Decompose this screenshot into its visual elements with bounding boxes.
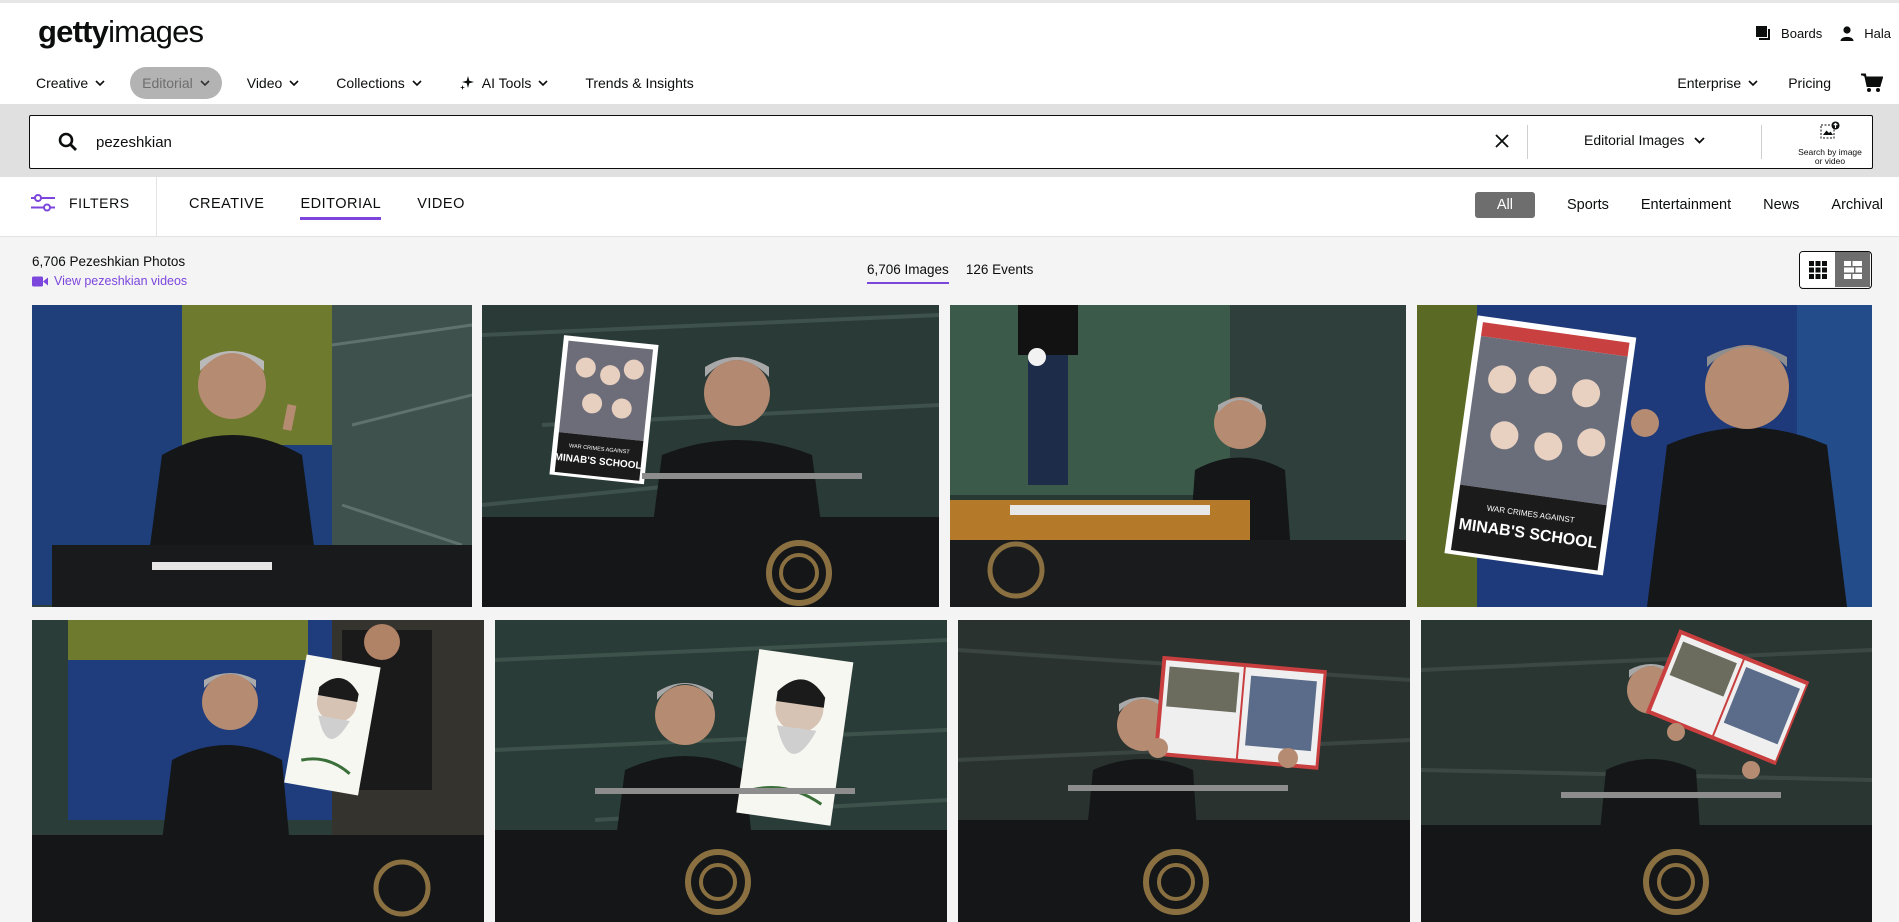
user-menu[interactable]: Hala [1840,26,1891,41]
image-type-dropdown[interactable]: Editorial Images [1584,132,1706,148]
chevron-down-icon [1694,136,1706,144]
mosaic-view-button[interactable] [1835,252,1870,287]
nav-collections-label: Collections [336,75,405,91]
chevron-down-icon [95,80,105,86]
image-type-label: Editorial Images [1584,132,1685,148]
category-filters: All Sports Entertainment News Archival [1474,192,1883,218]
category-sports[interactable]: Sports [1567,197,1609,213]
camera-search-icon [1820,121,1840,139]
logo-light-text: images [108,14,204,49]
category-archival[interactable]: Archival [1831,197,1883,213]
speaker-holding-poster-photo: WAR CRIMES AGAINST MINAB'S SCHOOL [1417,305,1872,607]
image-tile[interactable] [958,620,1410,922]
nav-video-label: Video [246,75,283,91]
speaker-holding-portrait-photo [495,620,947,922]
right-navigation: Enterprise Pricing [1647,67,1883,99]
search-icon[interactable] [58,132,78,152]
logo-bold-text: getty [38,14,109,49]
view-videos-label: View pezeshkian videos [54,274,188,288]
filter-bar: FILTERS CREATIVE EDITORIAL VIDEO All Spo… [0,177,1899,237]
image-tile[interactable] [495,620,947,922]
image-tile[interactable]: WAR CRIMES AGAINST MINAB'S SCHOOL [1417,305,1872,607]
mosaic-view-icon [1843,260,1862,279]
cart-button[interactable] [1861,73,1883,93]
asset-type-tabs: CREATIVE EDITORIAL VIDEO [189,196,501,220]
view-videos-link[interactable]: View pezeshkian videos [32,274,187,288]
speaker-at-podium-photo [950,305,1406,607]
nav-pricing[interactable]: Pricing [1788,75,1831,91]
filters-button[interactable]: FILTERS [31,194,130,212]
close-icon[interactable] [1495,134,1509,148]
search-divider [1527,125,1528,159]
chevron-down-icon [1748,80,1758,86]
nav-ai-tools[interactable]: AI Tools [447,67,561,99]
search-bar: Editorial Images Search by image or vide… [29,115,1873,169]
video-camera-icon [32,276,48,286]
nav-trends-insights[interactable]: Trends & Insights [573,67,705,99]
tab-video[interactable]: VIDEO [417,196,465,220]
sparkle-icon [459,76,474,90]
speaker-with-poster-photo: WAR CRIMES AGAINST MINAB'S SCHOOL [482,305,939,607]
nav-enterprise[interactable]: Enterprise [1677,75,1758,91]
filter-divider [156,177,157,237]
image-tile[interactable] [1421,620,1872,922]
nav-trends-label: Trends & Insights [585,75,694,91]
category-news[interactable]: News [1763,197,1799,213]
nav-creative[interactable]: Creative [24,67,117,99]
tab-editorial[interactable]: EDITORIAL [300,196,382,220]
main-navigation: Creative Editorial Video Collections AI … [24,67,719,99]
chevron-down-icon [200,80,210,86]
speaker-photo [32,305,472,607]
nav-creative-label: Creative [36,75,89,91]
boards-label: Boards [1781,25,1823,41]
nav-enterprise-label: Enterprise [1677,75,1742,91]
tab-creative[interactable]: CREATIVE [189,196,264,220]
chevron-down-icon [289,80,299,86]
image-tile[interactable] [32,305,472,607]
chevron-down-icon [412,80,422,86]
user-name: Hala [1864,25,1891,41]
nav-pricing-label: Pricing [1788,75,1831,91]
results-title: 6,706 Pezeshkian Photos [32,254,186,269]
nav-collections[interactable]: Collections [324,67,433,99]
search-divider [1761,125,1762,159]
tab-events[interactable]: 126 Events [966,262,1034,284]
speaker-holding-open-book-photo [1421,620,1872,922]
cart-icon [1861,73,1883,92]
search-by-image-button[interactable]: Search by image or video [1790,121,1870,166]
search-by-image-label-2: or video [1814,156,1846,166]
nav-editorial[interactable]: Editorial [130,67,222,99]
tab-images[interactable]: 6,706 Images [867,262,949,284]
user-icon [1840,25,1854,41]
image-tile[interactable] [950,305,1406,607]
category-all[interactable]: All [1474,192,1535,218]
image-tile[interactable] [32,620,484,922]
boards-icon [1756,26,1771,40]
account-links: Boards Hala [1755,22,1899,44]
speaker-holding-open-book-photo [958,620,1410,922]
result-type-tabs: 6,706 Images 126 Events [867,262,1050,284]
view-toggle [1799,251,1872,289]
speaker-holding-portrait-photo [32,620,484,922]
nav-ai-tools-label: AI Tools [481,75,532,91]
nav-video[interactable]: Video [235,67,312,99]
boards-link[interactable]: Boards [1755,25,1822,41]
search-area: Editorial Images Search by image or vide… [0,104,1899,177]
filters-label: FILTERS [69,195,130,211]
grid-view-button[interactable] [1800,252,1835,287]
grid-view-icon [1808,260,1827,279]
search-input[interactable] [96,130,1396,154]
getty-images-logo[interactable]: gettyimages [38,14,204,50]
category-entertainment[interactable]: Entertainment [1641,197,1731,213]
nav-editorial-label: Editorial [142,75,193,91]
image-tile[interactable]: WAR CRIMES AGAINST MINAB'S SCHOOL [482,305,939,607]
top-header: gettyimages Boards Hala Creative Editori… [0,0,1899,104]
sliders-icon [31,194,55,212]
chevron-down-icon [538,80,548,86]
